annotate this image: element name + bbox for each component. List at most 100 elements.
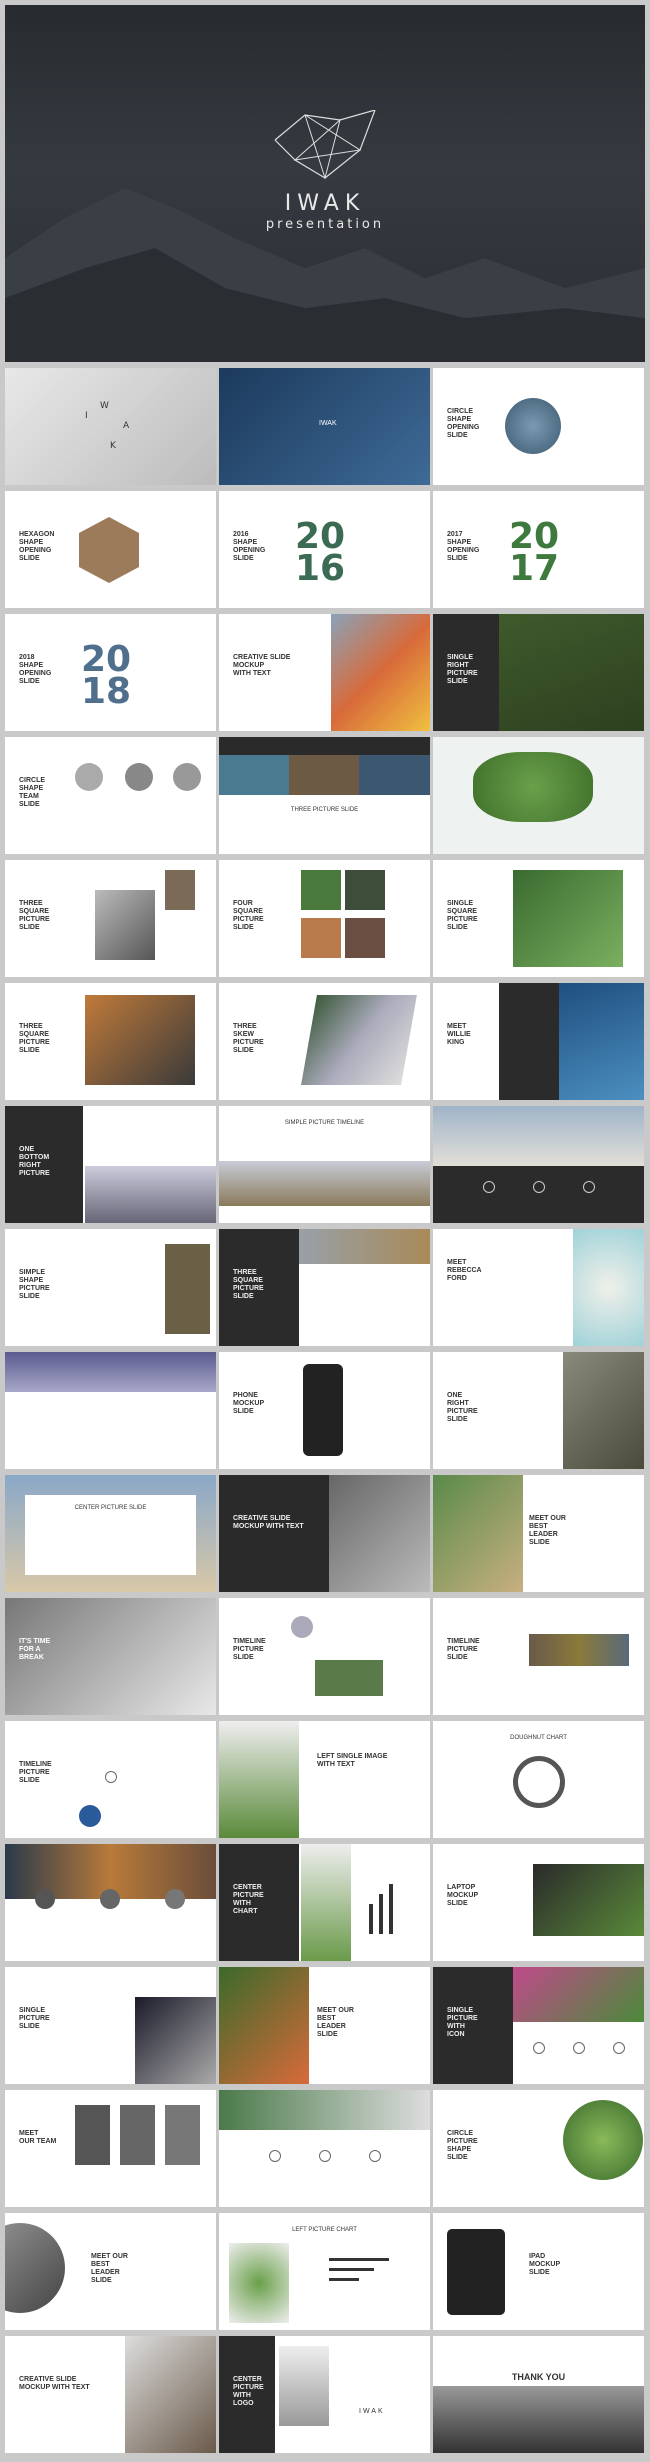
slide-thumbnail[interactable]: MEET OUR TEAM [5,2090,216,2207]
slide-brand: IWAK [359,2408,385,2415]
svg-text:W: W [100,401,109,411]
team-photo [75,2105,110,2165]
slide-thumbnail[interactable] [5,1352,216,1469]
photo [165,870,195,910]
slide-thumbnail[interactable]: 2017 SHAPE OPENING SLIDE 20 17 [433,491,644,608]
slide-thumbnail[interactable]: I W A K [5,368,216,485]
slide-thumbnail[interactable]: THREE SQUARE PICTURE SLIDE [5,860,216,977]
slide-thumbnail[interactable]: LEFT SINGLE IMAGE WITH TEXT [219,1721,430,1838]
hero-title: IWAK [284,191,366,216]
hero-slide[interactable]: IWAK presentation [5,5,645,362]
slide-thumbnail[interactable]: MEET OUR BEST LEADER SLIDE [433,1475,644,1592]
slide-thumbnail[interactable]: SINGLE SQUARE PICTURE SLIDE [433,860,644,977]
slide-thumbnail[interactable]: PHONE MOCKUP SLIDE [219,1352,430,1469]
team-photo [165,2105,200,2165]
slide-thumbnail[interactable]: ONE RIGHT PICTURE SLIDE [433,1352,644,1469]
slide-thumbnail[interactable]: SIMPLE PICTURE TIMELINE [219,1106,430,1223]
bike-photo [433,1475,523,1592]
slide-thumbnail[interactable]: FOUR SQUARE PICTURE SLIDE [219,860,430,977]
photo [79,1805,101,1827]
circle-photo [505,398,561,454]
chart-bar [329,2258,389,2261]
slide-thumbnail[interactable]: THANK YOU [433,2336,644,2453]
laptop-mockup [533,1864,644,1936]
year-graphic: 20 16 [295,516,346,589]
slide-title: SIMPLE PICTURE TIMELINE [284,1120,365,1126]
trophy-icon [319,2150,331,2162]
slide-thumbnail[interactable]: THREE SQUARE PICTURE SLIDE [5,983,216,1100]
slide-thumbnail[interactable] [433,1106,644,1223]
brain-icon [583,1181,595,1193]
slide-thumbnail[interactable]: 2018 SHAPE OPENING SLIDE 20 18 [5,614,216,731]
slide-thumbnail[interactable]: THREE SQUARE PICTURE SLIDE [219,1229,430,1346]
mockup-photo [329,1475,430,1592]
slide-title: ONE BOTTOM RIGHT PICTURE [19,1146,50,1177]
slide-thumbnail[interactable]: MEET REBECCA FORD [433,1229,644,1346]
slide-title: LEFT SINGLE IMAGE WITH TEXT [317,1753,388,1768]
slide-thumbnail[interactable]: CREATIVE SLIDE MOCKUP WITH TEXT [5,2336,216,2453]
photo [345,918,385,958]
slide-thumbnail[interactable]: SINGLE PICTURE WITH ICON [433,1967,644,2084]
slide-thumbnail[interactable]: LAPTOP MOCKUP SLIDE [433,1844,644,1961]
year-graphic: 20 17 [509,516,560,589]
slide-thumbnail[interactable]: TIMELINE PICTURE SLIDE [5,1721,216,1838]
slide-thumbnail[interactable]: CIRCLE SHAPE TEAM SLIDE [5,737,216,854]
doughnut-chart [513,1756,565,1808]
slide-title: MEET WILLIE KING [447,1023,471,1046]
chart-bar [389,1884,393,1934]
slide-thumbnail[interactable]: IT'S TIME FOR A BREAK [5,1598,216,1715]
slide-thumbnail[interactable] [433,737,644,854]
slide-title: 2016 SHAPE OPENING SLIDE [233,531,266,562]
slide-thumbnail[interactable]: DOUGHNUT CHART [433,1721,644,1838]
slide-title: MEET OUR BEST LEADER SLIDE [529,1515,566,1546]
photo [315,1660,383,1696]
slide-thumbnail[interactable]: CENTER PICTURE SLIDE [5,1475,216,1592]
slide-thumbnail[interactable]: IWAK [219,368,430,485]
slide-thumbnail[interactable]: THREE PICTURE SLIDE [219,737,430,854]
photo [301,918,341,958]
slide-thumbnail[interactable]: CIRCLE PICTURE SHAPE SLIDE [433,2090,644,2207]
slide-thumbnail[interactable]: CREATIVE SLIDE MOCKUP WITH TEXT [219,614,430,731]
slide-thumbnail[interactable]: TIMELINE PICTURE SLIDE [433,1598,644,1715]
photo [219,1721,299,1838]
mountain-photo [433,2386,644,2453]
bottom-photo [85,1166,216,1223]
slide-title: CREATIVE SLIDE MOCKUP WITH TEXT [233,1515,304,1530]
lightbulb-icon [483,1181,495,1193]
slide-title: THREE SQUARE PICTURE SLIDE [19,1023,50,1054]
slide-thumbnail[interactable]: THREE SKEW PICTURE SLIDE [219,983,430,1100]
svg-text:I: I [85,411,88,421]
slide-title: SINGLE RIGHT PICTURE SLIDE [447,654,478,685]
slide-thumbnail[interactable]: CENTER PICTURE WITH LOGO IWAK [219,2336,430,2453]
slide-thumbnail[interactable]: MEET WILLIE KING [433,983,644,1100]
slide-thumbnail[interactable]: 2016 SHAPE OPENING SLIDE 20 16 [219,491,430,608]
photo [279,2346,329,2426]
slide-thumbnail[interactable]: MEET OUR BEST LEADER SLIDE [5,2213,216,2330]
slide-thumbnail[interactable]: CREATIVE SLIDE MOCKUP WITH TEXT [219,1475,430,1592]
slide-thumbnail[interactable] [219,2090,430,2207]
brain-icon [369,2150,381,2162]
slide-title: LAPTOP MOCKUP SLIDE [447,1884,479,1907]
slide-thumbnail[interactable]: SIMPLE SHAPE PICTURE SLIDE [5,1229,216,1346]
slide-thumbnail[interactable]: SINGLE RIGHT PICTURE SLIDE [433,614,644,731]
slide-thumbnail[interactable]: CIRCLE SHAPE OPENING SLIDE [433,368,644,485]
slide-thumbnail[interactable] [5,1844,216,1961]
slide-title: LEFT PICTURE CHART [292,2227,357,2233]
svg-text:K: K [110,441,117,451]
slide-title: CREATIVE SLIDE MOCKUP WITH TEXT [233,654,291,677]
lightbulb-icon [533,2042,545,2054]
slide-thumbnail[interactable]: LEFT PICTURE CHART [219,2213,430,2330]
slide-thumbnail[interactable]: MEET OUR BEST LEADER SLIDE [219,1967,430,2084]
slide-thumbnail[interactable]: ONE BOTTOM RIGHT PICTURE [5,1106,216,1223]
ipad-mockup [447,2229,505,2315]
slide-thumbnail[interactable]: CENTER PICTURE WITH CHART [219,1844,430,1961]
slide-title: THREE SQUARE PICTURE SLIDE [19,900,50,931]
slide-thumbnail[interactable]: TIMELINE PICTURE SLIDE [219,1598,430,1715]
slide-thumbnail[interactable]: IPAD MOCKUP SLIDE [433,2213,644,2330]
chart-bar [329,2278,359,2281]
phone-mockup [303,1364,343,1456]
slide-title: TIMELINE PICTURE SLIDE [19,1761,52,1784]
slide-thumbnail[interactable]: HEXAGON SHAPE OPENING SLIDE [5,491,216,608]
slide-thumbnail[interactable]: SINGLE PICTURE SLIDE [5,1967,216,2084]
flower-photo [219,1967,309,2084]
